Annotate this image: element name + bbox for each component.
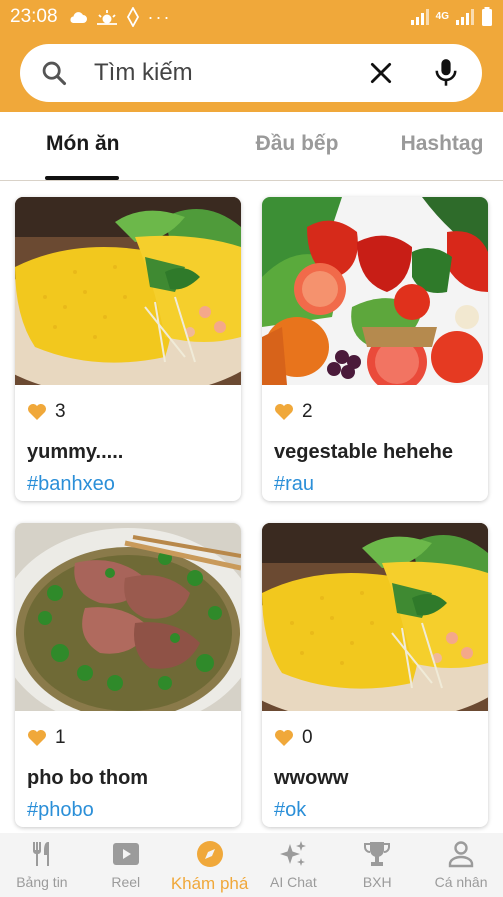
sparkle-icon <box>280 841 307 866</box>
nav-ranking[interactable]: BXH <box>335 833 419 897</box>
like-number: 1 <box>55 727 66 748</box>
banh-xeo-photo <box>262 523 488 711</box>
post-hashtag[interactable]: #ok <box>274 799 306 822</box>
nav-label: Bảng tin <box>16 874 68 890</box>
nav-reel[interactable]: Reel <box>84 833 168 897</box>
like-number: 2 <box>302 401 313 422</box>
pho-bo-photo <box>15 523 241 711</box>
weather-sun-icon <box>96 10 117 25</box>
trophy-icon <box>364 842 391 866</box>
like-count: 2 <box>274 401 313 423</box>
tab-label: Món ăn <box>46 132 120 155</box>
search-bar[interactable]: Tìm kiếm <box>20 44 482 102</box>
like-count: 3 <box>27 401 66 423</box>
network-type: 4G <box>435 11 449 22</box>
banh-xeo-photo <box>15 197 241 385</box>
nav-label: BXH <box>362 874 392 890</box>
heart-icon[interactable] <box>27 729 47 747</box>
nav-feed[interactable]: Bảng tin <box>0 833 84 897</box>
tab-hashtag[interactable]: Hashtag <box>381 112 503 180</box>
tab-label: Đầu bếp <box>255 132 339 155</box>
compass-icon <box>196 841 223 867</box>
like-count: 1 <box>27 727 66 749</box>
status-bar: 23:08 ··· 4G <box>0 0 503 34</box>
post-title: vegestable hehehe <box>274 441 453 463</box>
play-icon <box>112 843 139 865</box>
like-number: 3 <box>55 401 66 422</box>
post-card[interactable]: 3 yummy..... #banhxeo <box>15 197 241 501</box>
post-title: wwoww <box>274 767 349 789</box>
signal-icon <box>410 9 429 25</box>
like-number: 0 <box>302 727 313 748</box>
nav-profile[interactable]: Cá nhân <box>419 833 503 897</box>
tab-dishes[interactable]: Món ăn <box>0 112 213 180</box>
post-title: pho bo thom <box>27 767 149 789</box>
post-card[interactable]: 2 vegestable hehehe #rau <box>262 197 488 501</box>
app-bar: Tìm kiếm <box>0 34 503 112</box>
nav-ai-chat[interactable]: AI Chat <box>251 833 335 897</box>
vegetables-photo <box>262 197 488 385</box>
search-input[interactable]: Tìm kiếm <box>94 59 368 87</box>
nav-label: Reel <box>111 874 141 890</box>
signal-2-icon <box>456 9 474 25</box>
nav-label: Cá nhân <box>434 874 488 890</box>
status-time: 23:08 <box>10 6 58 27</box>
microphone-icon[interactable] <box>432 58 460 88</box>
tab-label: Hashtag <box>400 132 484 155</box>
heart-icon[interactable] <box>274 729 294 747</box>
post-card[interactable]: 1 pho bo thom #phobo <box>15 523 241 827</box>
post-title: yummy..... <box>27 441 124 463</box>
post-card[interactable]: 0 wwoww #ok <box>262 523 488 827</box>
close-icon[interactable] <box>368 60 394 86</box>
cloud-icon <box>70 12 87 23</box>
category-tabs: Món ăn Đầu bếp Hashtag <box>0 112 503 181</box>
nav-label: Khám phá <box>170 874 249 893</box>
post-grid: 3 yummy..... #banhxeo 2 vegestable heheh… <box>0 181 503 833</box>
nav-explore[interactable]: Khám phá <box>168 833 252 897</box>
like-count: 0 <box>274 727 313 749</box>
heart-icon[interactable] <box>274 403 294 421</box>
nav-label: AI Chat <box>270 874 317 890</box>
tab-chefs[interactable]: Đầu bếp <box>213 112 381 180</box>
battery-icon <box>482 7 492 26</box>
heart-icon[interactable] <box>27 403 47 421</box>
search-icon[interactable] <box>40 59 68 87</box>
more-dots-icon: ··· <box>147 6 172 27</box>
person-icon <box>448 841 474 868</box>
post-hashtag[interactable]: #banhxeo <box>27 473 115 496</box>
bottom-nav: Bảng tin Reel Khám phá AI Chat BXH Cá nh… <box>0 833 503 897</box>
notification-icon <box>126 7 139 27</box>
post-hashtag[interactable]: #rau <box>274 473 314 496</box>
fork-knife-icon <box>32 842 49 866</box>
post-hashtag[interactable]: #phobo <box>27 799 94 822</box>
